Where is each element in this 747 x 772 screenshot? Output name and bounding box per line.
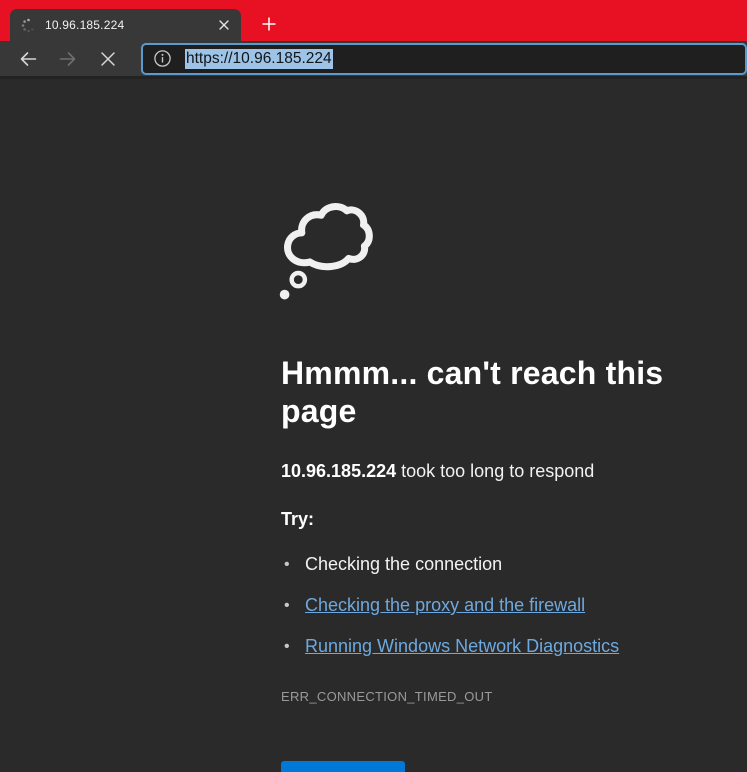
proxy-firewall-link[interactable]: Checking the proxy and the firewall	[305, 595, 585, 615]
error-code: ERR_CONNECTION_TIMED_OUT	[281, 689, 747, 704]
error-title: Hmmm... can't reach this page	[281, 354, 747, 430]
suggestion-network-diagnostics: Running Windows Network Diagnostics	[281, 636, 747, 657]
thought-cloud-icon	[278, 197, 375, 304]
forward-button[interactable]	[48, 42, 88, 76]
address-bar[interactable]: https://10.96.185.224	[141, 43, 747, 75]
suggestion-check-connection: Checking the connection	[281, 554, 747, 575]
address-input[interactable]: https://10.96.185.224	[185, 49, 333, 69]
back-button[interactable]	[8, 42, 48, 76]
tab-close-icon[interactable]	[215, 16, 233, 34]
browser-toolbar: https://10.96.185.224	[0, 41, 747, 79]
error-page: Hmmm... can't reach this page 10.96.185.…	[0, 79, 747, 772]
browser-tab[interactable]: 10.96.185.224	[10, 9, 241, 41]
url-selected-text: https://10.96.185.224	[185, 49, 333, 69]
suggestion-check-proxy-firewall: Checking the proxy and the firewall	[281, 595, 747, 616]
error-host: 10.96.185.224	[281, 461, 396, 481]
error-subtitle-rest: took too long to respond	[396, 461, 594, 481]
network-diagnostics-link[interactable]: Running Windows Network Diagnostics	[305, 636, 619, 656]
tab-title: 10.96.185.224	[45, 18, 215, 32]
refresh-button[interactable]: Refresh	[281, 761, 405, 772]
stop-button[interactable]	[88, 42, 128, 76]
site-info-icon[interactable]	[153, 49, 172, 68]
new-tab-button[interactable]	[255, 10, 283, 38]
tab-strip: 10.96.185.224	[0, 0, 747, 41]
loading-spinner-icon	[21, 18, 36, 33]
try-label: Try:	[281, 509, 747, 530]
browser-window: 10.96.185.224	[0, 0, 747, 772]
error-block: Hmmm... can't reach this page 10.96.185.…	[281, 197, 747, 772]
error-subtitle: 10.96.185.224 took too long to respond	[281, 461, 747, 482]
suggestion-list: Checking the connection Checking the pro…	[281, 554, 747, 657]
